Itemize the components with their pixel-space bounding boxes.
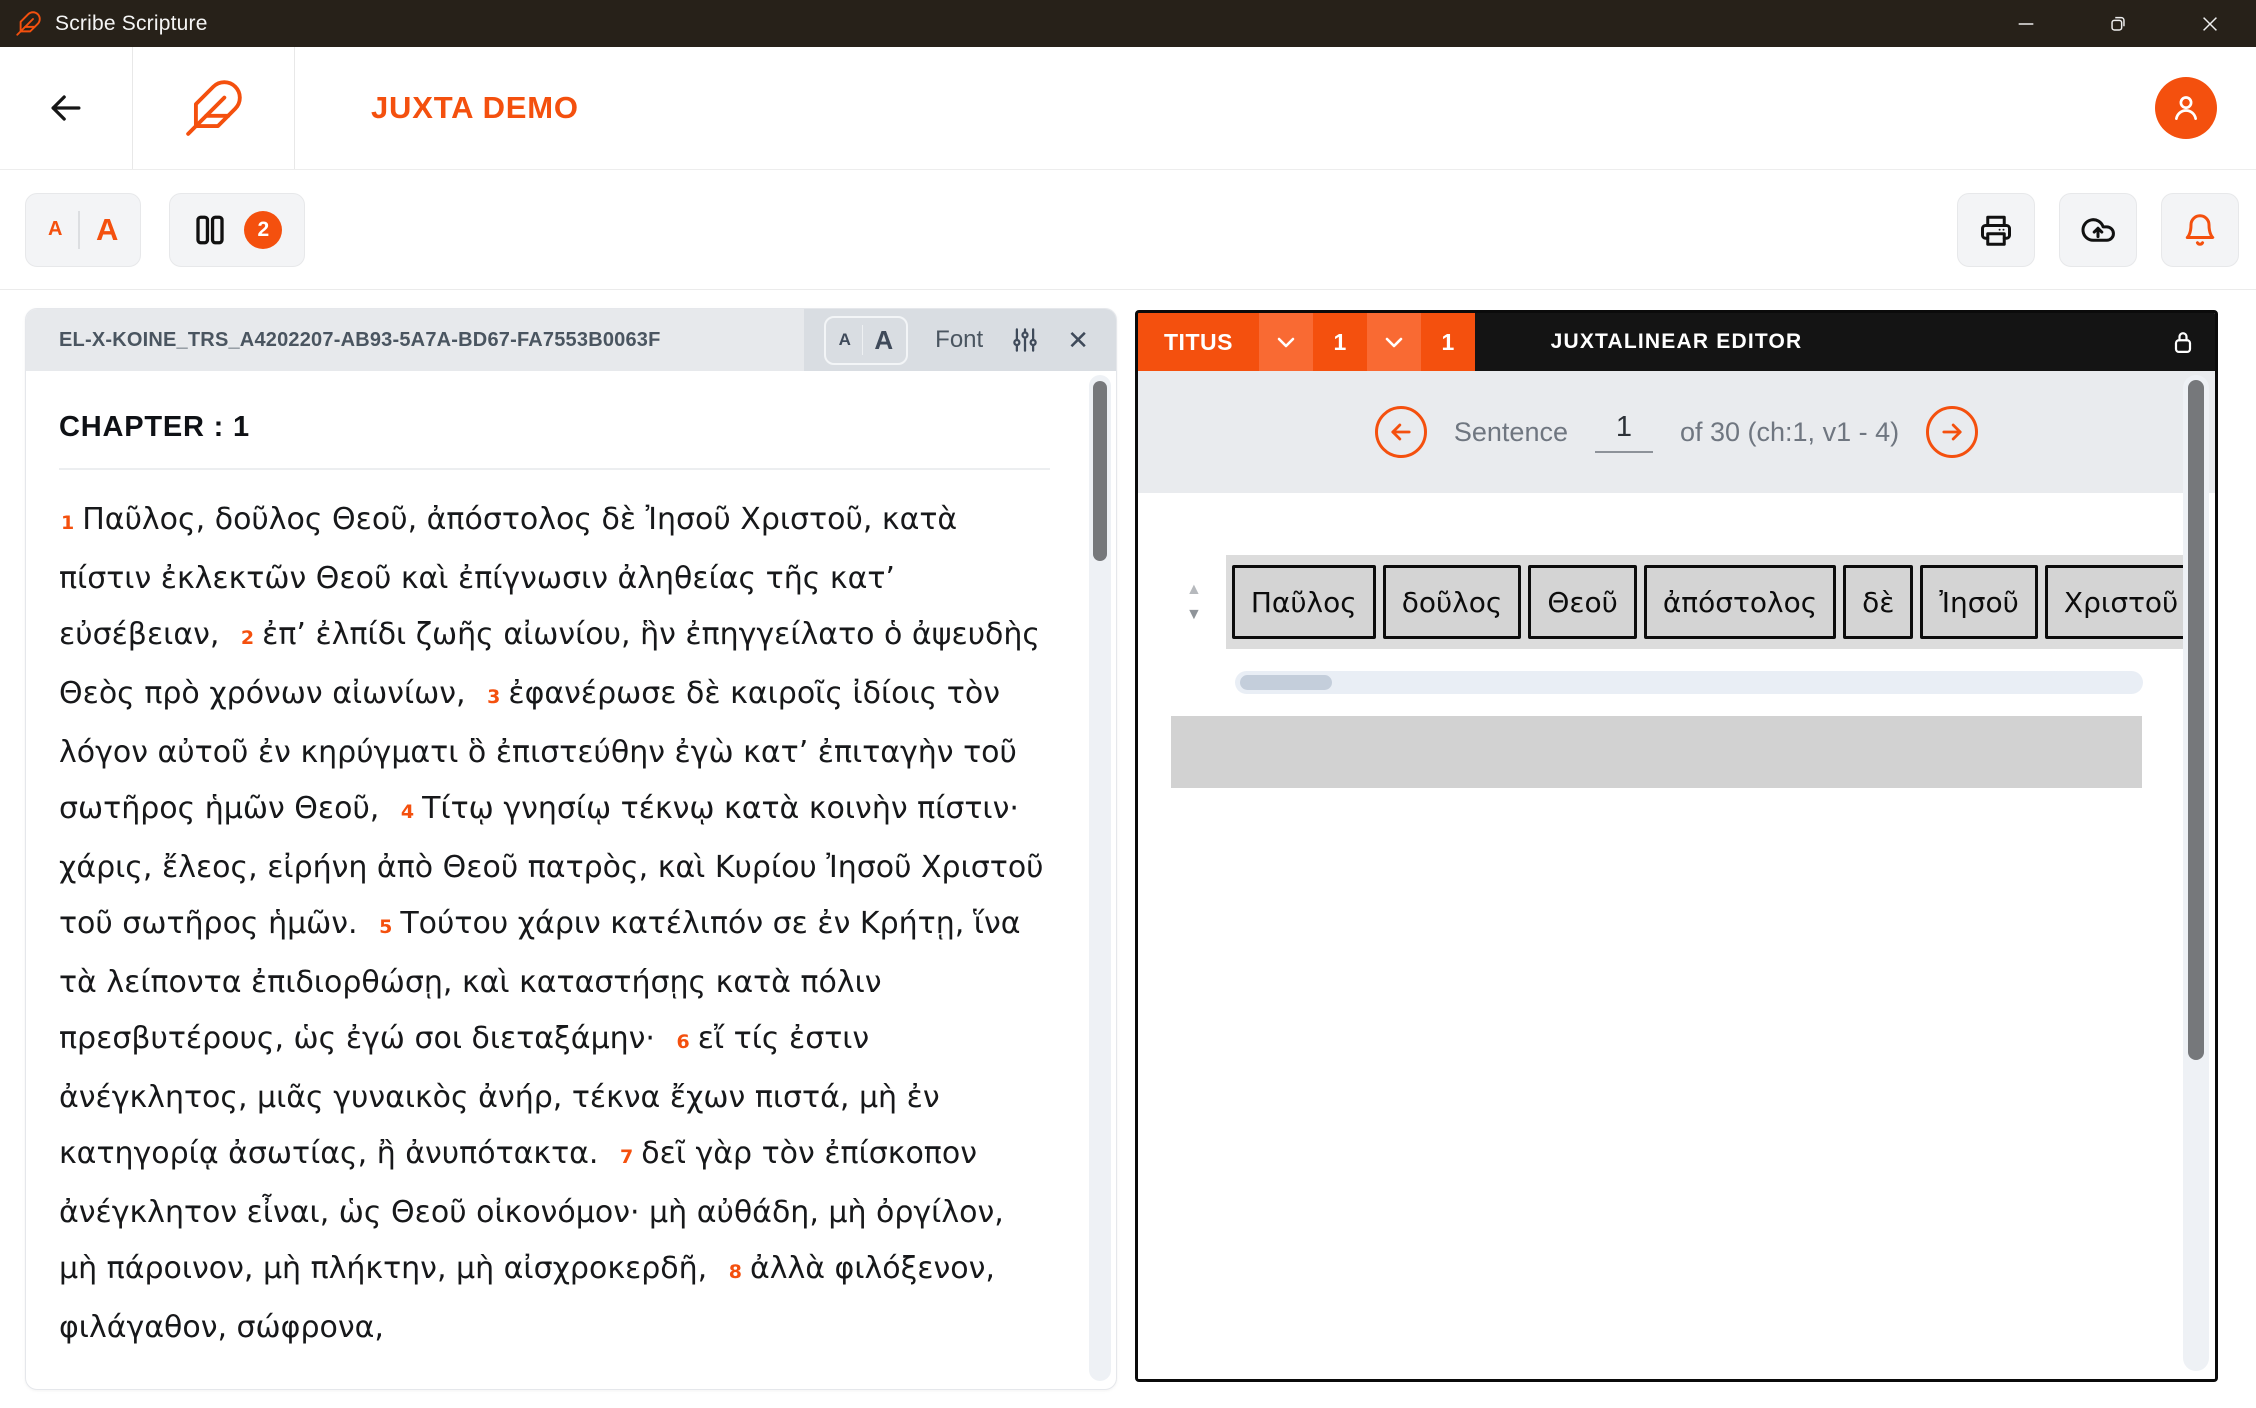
sentence-total-label: of 30 (ch:1, v1 - 4) — [1680, 417, 1899, 448]
restore-button[interactable] — [2072, 0, 2164, 47]
columns-icon — [192, 212, 228, 248]
word-chip[interactable]: Χριστοῦ — [2045, 565, 2183, 639]
previous-sentence-button[interactable] — [1375, 406, 1427, 458]
resource-decrease-font-button[interactable]: A — [839, 330, 851, 350]
editor-body: ▲ ▼ ΠαῦλοςδοῦλοςΘεοῦἀπόστολοςδὲἸησοῦΧρισ… — [1138, 493, 2215, 1382]
juxtalinear-editor-panel: TITUS 1 1 JUXTALINEAR EDITOR Sentence of — [1135, 310, 2218, 1382]
word-chip[interactable]: Θεοῦ — [1528, 565, 1637, 639]
resource-panel-controls: A A Font ✕ — [804, 309, 1116, 371]
font-size-button-group[interactable]: A A — [25, 193, 141, 267]
app-logo-feather-icon[interactable] — [133, 47, 295, 169]
move-down-icon[interactable]: ▼ — [1186, 607, 1202, 623]
resource-panel-header: EL-X-KOINE_TRS_A4202207-AB93-5A7A-BD67-F… — [26, 309, 1116, 371]
main-content: EL-X-KOINE_TRS_A4202207-AB93-5A7A-BD67-F… — [0, 290, 2256, 1408]
sentence-number-input[interactable] — [1595, 411, 1653, 453]
chapter-selector[interactable]: 1 — [1313, 313, 1367, 371]
verse-number: 5 — [379, 916, 392, 938]
app-title: Scribe Scripture — [55, 12, 208, 36]
book-selector[interactable]: TITUS — [1138, 313, 1259, 371]
decrease-font-button[interactable]: A — [48, 218, 62, 241]
verse-number: 4 — [401, 801, 414, 823]
word-chip[interactable]: Παῦλος — [1232, 565, 1376, 639]
print-button[interactable] — [1957, 193, 2035, 267]
page-title: JUXTA DEMO — [371, 90, 579, 126]
cloud-upload-button[interactable] — [2059, 193, 2137, 267]
verse-number: 8 — [729, 1261, 742, 1283]
resource-title: EL-X-KOINE_TRS_A4202207-AB93-5A7A-BD67-F… — [26, 329, 804, 352]
verse-number: 3 — [487, 686, 500, 708]
scripture-resource-panel: EL-X-KOINE_TRS_A4202207-AB93-5A7A-BD67-F… — [25, 308, 1117, 1390]
increase-font-button[interactable]: A — [96, 212, 118, 248]
chips-horizontal-scrollbar-thumb[interactable] — [1240, 675, 1332, 690]
chapter-heading: CHAPTER : 1 — [59, 411, 1050, 444]
scripture-text-area: CHAPTER : 1 1Παῦλος, δοῦλος Θεοῦ, ἀπόστο… — [26, 371, 1116, 1356]
divider — [59, 468, 1050, 470]
user-avatar[interactable] — [2155, 77, 2217, 139]
feather-icon — [15, 10, 42, 37]
word-chip-row: ΠαῦλοςδοῦλοςΘεοῦἀπόστολοςδὲἸησοῦΧριστοῦ — [1226, 555, 2183, 649]
toolbar: A A 2 — [0, 170, 2256, 290]
sentence-drop-zone[interactable] — [1171, 716, 2142, 788]
verse-number: 7 — [620, 1146, 633, 1168]
font-menu-button[interactable]: Font — [935, 326, 983, 354]
word-chip[interactable]: δὲ — [1843, 565, 1913, 639]
verse-number: 6 — [677, 1031, 690, 1053]
scripture-scrollbar-thumb[interactable] — [1093, 381, 1107, 561]
editor-title: JUXTALINEAR EDITOR — [1551, 330, 1803, 354]
close-window-button[interactable] — [2164, 0, 2256, 47]
minimize-button[interactable] — [1980, 0, 2072, 47]
editor-scrollbar-track[interactable] — [2183, 375, 2209, 1371]
sliders-icon[interactable] — [1010, 325, 1040, 355]
sentence-navigation: Sentence of 30 (ch:1, v1 - 4) — [1138, 371, 2215, 493]
verse-text: 1Παῦλος, δοῦλος Θεοῦ, ἀπόστολος δὲ Ἰησοῦ… — [59, 492, 1050, 1356]
columns-count-badge: 2 — [244, 211, 282, 249]
chapter-chevron-down-icon[interactable] — [1367, 313, 1421, 371]
scripture-scrollbar-track[interactable] — [1089, 375, 1111, 1381]
back-button[interactable] — [0, 47, 133, 169]
verse-number: 1 — [61, 512, 74, 534]
book-chevron-down-icon[interactable] — [1259, 313, 1313, 371]
app-header: JUXTA DEMO — [0, 47, 2256, 170]
reorder-controls: ▲ ▼ — [1186, 582, 1202, 623]
window-titlebar: Scribe Scripture — [0, 0, 2256, 47]
chips-horizontal-scrollbar-track[interactable] — [1235, 671, 2143, 694]
sentence-label: Sentence — [1454, 417, 1568, 448]
word-chip[interactable]: δοῦλος — [1383, 565, 1522, 639]
word-chip[interactable]: ἀπόστολος — [1644, 565, 1836, 639]
notifications-bell-button[interactable] — [2161, 193, 2239, 267]
divider — [862, 325, 864, 355]
editor-scrollbar-thumb[interactable] — [2188, 380, 2204, 1060]
next-sentence-button[interactable] — [1926, 406, 1978, 458]
columns-layout-button[interactable]: 2 — [169, 193, 305, 267]
word-chip[interactable]: Ἰησοῦ — [1920, 565, 2037, 639]
divider — [78, 211, 80, 249]
resource-font-size-group[interactable]: A A — [824, 316, 909, 365]
close-panel-icon[interactable]: ✕ — [1067, 325, 1089, 356]
word-chip-section: ▲ ▼ ΠαῦλοςδοῦλοςΘεοῦἀπόστολοςδὲἸησοῦΧρισ… — [1186, 555, 2183, 649]
editor-header: TITUS 1 1 JUXTALINEAR EDITOR — [1138, 313, 2215, 371]
lock-icon[interactable] — [2169, 328, 2197, 356]
move-up-icon[interactable]: ▲ — [1186, 582, 1202, 598]
verse-indicator[interactable]: 1 — [1421, 313, 1475, 371]
verse-number: 2 — [241, 627, 254, 649]
resource-increase-font-button[interactable]: A — [874, 325, 893, 356]
